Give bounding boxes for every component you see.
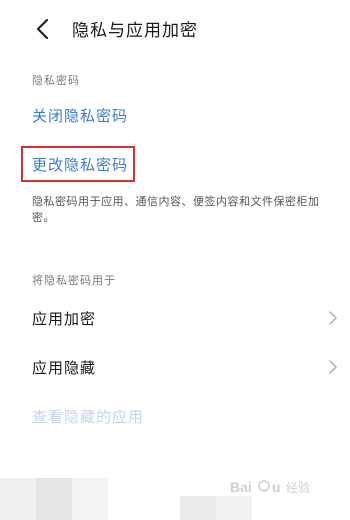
privacy-password-description: 隐私密码用于应用、通信内容、便签内容和文件保密柜加密。 [32,195,320,224]
baidu-logo-icon: Bai u 经验 [230,479,310,495]
section-label-use-for: 将隐私密码用于 [32,274,116,287]
privacy-app-encryption-screen: 隐私与应用加密 隐私密码 关闭隐私密码 更改隐私密码 隐私密码用于应用、通信内容… [0,0,350,520]
chevron-right-icon [329,360,337,374]
chevron-right-icon [329,311,337,325]
svg-text:Bai: Bai [230,479,252,495]
mosaic-block [216,496,252,520]
svg-text:经验: 经验 [286,480,310,495]
page-title: 隐私与应用加密 [72,21,198,41]
chevron-left-icon [36,18,49,40]
mosaic-block [180,496,216,520]
app-encryption-label: 应用加密 [32,310,97,328]
change-privacy-password-link[interactable]: 更改隐私密码 [32,154,128,175]
section-label-privacy-password: 隐私密码 [32,74,80,87]
view-hidden-apps-link[interactable]: 查看隐藏的应用 [32,406,144,427]
mosaic-block [72,478,108,520]
baidu-jingyan-watermark: Bai u 经验 [230,476,330,498]
app-hiding-label: 应用隐藏 [32,359,97,377]
app-hiding-row[interactable]: 应用隐藏 [0,345,350,389]
header: 隐私与应用加密 [0,0,350,58]
back-button[interactable] [28,14,58,44]
app-encryption-row[interactable]: 应用加密 [0,296,350,340]
close-privacy-password-link[interactable]: 关闭隐私密码 [32,105,128,126]
mosaic-block [0,478,36,520]
mosaic-block [36,478,72,520]
svg-text:u: u [272,479,281,495]
